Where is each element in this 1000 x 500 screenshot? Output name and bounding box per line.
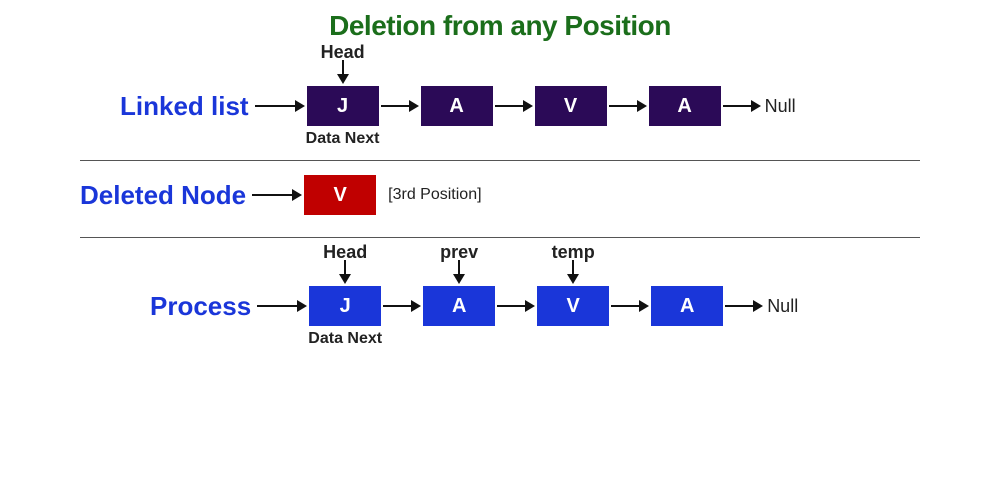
node-blue: A — [651, 286, 723, 326]
arrow-down-icon — [453, 260, 465, 284]
position-note: [3rd Position] — [388, 186, 481, 204]
node-value: A — [449, 95, 463, 118]
deleted-node-label: Deleted Node — [80, 180, 246, 211]
node-value: A — [680, 295, 694, 318]
arrow-right-icon — [255, 100, 305, 112]
arrow-right-icon — [611, 300, 649, 312]
node-value: J — [337, 95, 348, 118]
linked-list-row: Linked list Head J Data Next A V A Null — [40, 86, 960, 126]
node-value: A — [677, 95, 691, 118]
node-purple: V — [535, 86, 607, 126]
arrow-down-icon — [337, 60, 349, 84]
linked-list-section: Linked list Head J Data Next A V A Null — [40, 86, 960, 134]
arrow-right-icon — [723, 100, 761, 112]
arrow-right-icon — [257, 300, 307, 312]
arrow-right-icon — [252, 189, 302, 201]
process-row: Process Head J Data Next prev A temp V A… — [40, 286, 960, 326]
null-terminal: Null — [765, 96, 796, 117]
node-value: V — [564, 95, 577, 118]
divider — [80, 160, 920, 161]
null-terminal: Null — [767, 296, 798, 317]
divider — [80, 237, 920, 238]
node-value: J — [340, 295, 351, 318]
node-blue: temp V — [537, 286, 609, 326]
node-red: V — [304, 175, 376, 215]
data-next-label: Data Next — [308, 330, 382, 348]
arrow-down-icon — [339, 260, 351, 284]
arrow-right-icon — [497, 300, 535, 312]
node-value: V — [333, 184, 346, 207]
linked-list-label: Linked list — [120, 91, 249, 122]
node-purple: A — [649, 86, 721, 126]
data-next-label: Data Next — [306, 130, 380, 148]
node-purple: A — [421, 86, 493, 126]
page-title: Deletion from any Position — [40, 10, 960, 42]
node-blue: prev A — [423, 286, 495, 326]
deleted-node-row: Deleted Node V [3rd Position] — [40, 175, 960, 215]
arrow-down-icon — [567, 260, 579, 284]
node-purple: Head J Data Next — [307, 86, 379, 126]
node-blue: Head J Data Next — [309, 286, 381, 326]
process-section: Process Head J Data Next prev A temp V A… — [40, 286, 960, 334]
arrow-right-icon — [725, 300, 763, 312]
node-value: V — [567, 295, 580, 318]
arrow-right-icon — [495, 100, 533, 112]
arrow-right-icon — [383, 300, 421, 312]
arrow-right-icon — [381, 100, 419, 112]
process-label: Process — [150, 291, 251, 322]
deleted-node-section: Deleted Node V [3rd Position] — [40, 175, 960, 223]
node-value: A — [452, 295, 466, 318]
arrow-right-icon — [609, 100, 647, 112]
